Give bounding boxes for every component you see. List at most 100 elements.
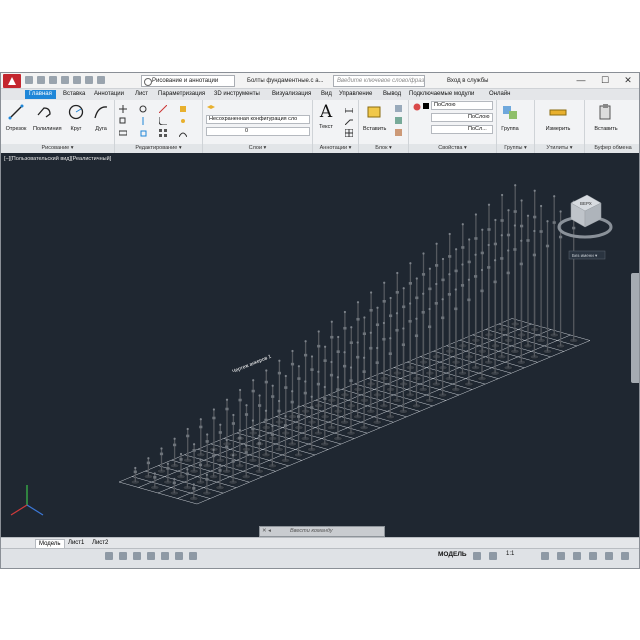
new-icon[interactable] [25, 76, 33, 84]
tab-output[interactable]: Вывод [383, 90, 401, 99]
tab-sheet2[interactable]: Лист2 [89, 539, 111, 548]
anchor-bolt [209, 408, 219, 452]
copy-icon[interactable] [119, 117, 127, 125]
redo-icon[interactable] [97, 76, 105, 84]
line-button[interactable]: Отрезок [5, 103, 27, 132]
command-close-icon[interactable]: ✕ ◂ [262, 527, 271, 536]
tab-3d-tools[interactable]: 3D инструменты [214, 90, 260, 99]
fillet-icon[interactable] [159, 117, 167, 125]
panel-properties-title[interactable]: Свойства ▾ [409, 144, 496, 153]
osnap-toggle-icon[interactable] [161, 552, 169, 560]
command-input[interactable]: Ввести команду [290, 527, 333, 536]
workspace-dropdown[interactable]: Рисование и аннотации [141, 75, 235, 87]
rotate-icon[interactable] [139, 105, 147, 113]
erase-icon[interactable] [179, 105, 187, 113]
scale-icon[interactable] [139, 129, 147, 137]
stretch-icon[interactable] [119, 129, 127, 137]
panel-annotation-title[interactable]: Аннотации ▾ [313, 144, 358, 153]
tab-online[interactable]: Онлайн [489, 90, 510, 99]
line-label: Отрезок [5, 126, 27, 132]
panel-clipboard-title[interactable]: Буфер обмена [585, 144, 639, 153]
annotation-scale[interactable]: 1:1 [506, 551, 514, 557]
viewcube[interactable]: ВЕРХ [557, 194, 613, 239]
panel-utilities-title[interactable]: Утилиты ▾ [535, 144, 584, 153]
polar-toggle-icon[interactable] [147, 552, 155, 560]
color-dropdown[interactable]: ПоСлою [431, 101, 493, 110]
layer-state-dropdown[interactable]: Несохраненная конфигурация сло [206, 115, 310, 124]
maximize-button[interactable]: ☐ [593, 73, 617, 89]
command-line[interactable]: ✕ ◂ Ввести команду [259, 526, 385, 537]
panel-groups-title[interactable]: Группы ▾ [497, 144, 534, 153]
offset-icon[interactable] [179, 129, 187, 137]
panel-draw-title[interactable]: Рисование ▾ [1, 144, 114, 153]
move-icon[interactable] [119, 105, 127, 113]
leader-icon[interactable] [345, 117, 353, 125]
text-button[interactable]: A Текст [315, 103, 337, 130]
layer-dropdown[interactable]: 0 [206, 127, 310, 136]
viewcube-mode-label[interactable]: Без имени ▾ [572, 253, 598, 258]
tab-annotate[interactable]: Аннотации [94, 90, 124, 99]
insert-block-button[interactable]: Вставить [363, 103, 386, 132]
signin-button[interactable]: Вход в службы [447, 76, 489, 86]
customization-icon[interactable] [621, 552, 629, 560]
close-button[interactable]: ✕ [616, 73, 639, 89]
clean-screen-icon[interactable] [605, 552, 613, 560]
group-button[interactable]: Группа [499, 103, 521, 132]
panel-layers: Несохраненная конфигурация сло 0 Слои ▾ [203, 100, 313, 153]
mirror-icon[interactable] [139, 117, 147, 125]
explode-icon[interactable] [179, 117, 187, 125]
layout-tabs: Модель Лист1 Лист2 [1, 537, 639, 550]
circle-button[interactable]: Круг [65, 103, 87, 132]
search-input[interactable]: Введите ключевое слово/фразу [333, 75, 425, 87]
arc-button[interactable]: Дуга [90, 103, 112, 132]
save-icon[interactable] [49, 76, 57, 84]
app-menu-button[interactable] [3, 74, 21, 88]
lineweight-toggle-icon[interactable] [189, 552, 197, 560]
navigation-bar[interactable] [631, 273, 639, 383]
measure-button[interactable]: Измерить [541, 103, 575, 132]
annotation-scale-icon[interactable] [489, 552, 497, 560]
tab-layout[interactable]: Лист [135, 90, 148, 99]
create-block-icon[interactable] [395, 105, 403, 113]
otrack-toggle-icon[interactable] [175, 552, 183, 560]
open-icon[interactable] [37, 76, 45, 84]
tab-visualize[interactable]: Визуализация [272, 90, 311, 99]
snap-toggle-icon[interactable] [119, 552, 127, 560]
tab-parametric[interactable]: Параметризация [158, 90, 205, 99]
annotation-visibility-icon[interactable] [473, 552, 481, 560]
hardware-acceleration-icon[interactable] [589, 552, 597, 560]
edit-block-icon[interactable] [395, 117, 403, 125]
trim-icon[interactable] [159, 105, 167, 113]
isolate-icon[interactable] [573, 552, 581, 560]
match-properties-icon[interactable] [413, 103, 421, 111]
lock-icon[interactable] [557, 552, 565, 560]
undo-icon[interactable] [85, 76, 93, 84]
table-icon[interactable] [345, 129, 353, 137]
paste-button[interactable]: Вставить [591, 103, 621, 132]
panel-layers-title[interactable]: Слои ▾ [203, 144, 312, 153]
tab-addins[interactable]: Подключаемые модули [409, 90, 474, 99]
tab-insert[interactable]: Вставка [63, 90, 85, 99]
drawing-viewport[interactable]: [−][Пользовательский вид][Реалистичный] … [1, 153, 639, 537]
tab-view[interactable]: Вид [321, 90, 332, 99]
array-icon[interactable] [159, 129, 167, 137]
dimension-icon[interactable] [345, 105, 353, 113]
minimize-button[interactable]: — [569, 73, 593, 89]
saveas-icon[interactable] [61, 76, 69, 84]
layer-properties-icon[interactable] [207, 104, 215, 112]
block-attribute-icon[interactable] [395, 129, 403, 137]
grid-toggle-icon[interactable] [105, 552, 113, 560]
polyline-button[interactable]: Полилиния [33, 103, 62, 132]
workspace-switch-icon[interactable] [541, 552, 549, 560]
linetype-dropdown[interactable]: ПоСлою [431, 113, 493, 122]
tab-manage[interactable]: Управление [339, 90, 372, 99]
lineweight-dropdown[interactable]: ПоСл... [431, 125, 493, 134]
panel-block-title[interactable]: Блок ▾ [359, 144, 408, 153]
tab-sheet1[interactable]: Лист1 [65, 539, 87, 548]
model-space-indicator[interactable]: МОДЕЛЬ [438, 551, 467, 558]
circle-icon [68, 104, 84, 120]
print-icon[interactable] [73, 76, 81, 84]
panel-modify-title[interactable]: Редактирование ▾ [115, 144, 202, 153]
ortho-toggle-icon[interactable] [133, 552, 141, 560]
tab-home[interactable]: Главная [25, 90, 56, 99]
